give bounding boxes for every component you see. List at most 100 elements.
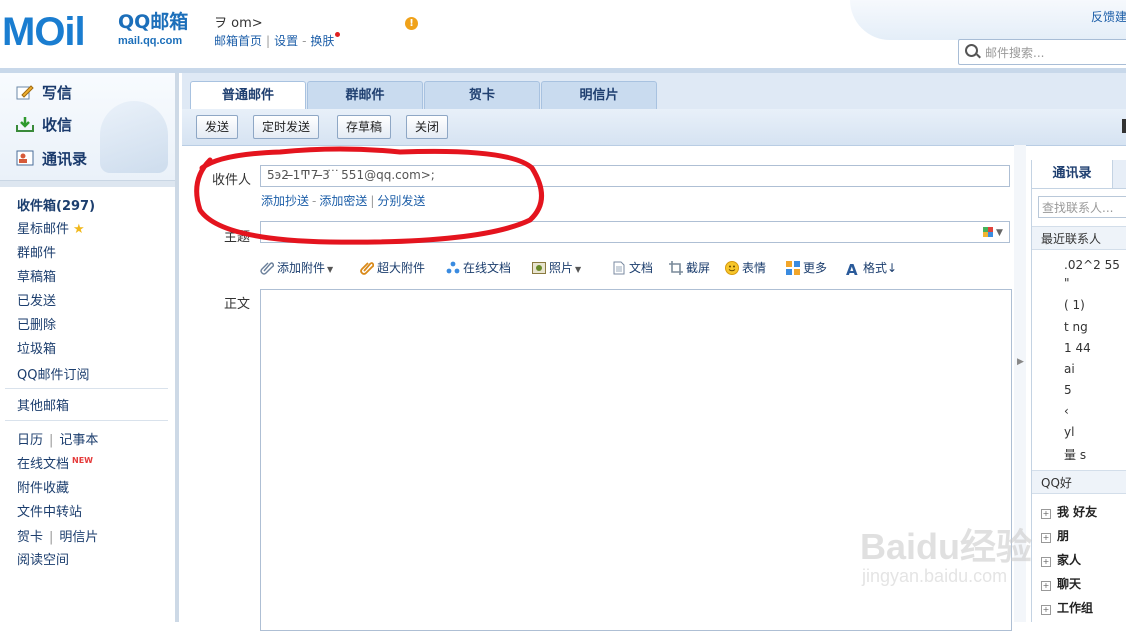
folder-spam[interactable]: 垃圾箱 — [17, 338, 56, 357]
contacts-label: 通讯录 — [42, 150, 88, 168]
warning-icon[interactable]: ! — [405, 17, 418, 30]
recent-contact-item[interactable]: 量 s — [1064, 446, 1086, 463]
attachments-link[interactable]: 附件收藏 — [17, 477, 69, 496]
postcard-link[interactable]: 明信片 — [59, 530, 98, 545]
penguin-decoration — [100, 101, 168, 173]
chevron-right-icon[interactable]: ▶ — [1017, 357, 1024, 367]
recent-contact-item[interactable]: ‹ — [1064, 404, 1069, 418]
calendar-notes-row: 日历 | 记事本 — [17, 433, 99, 448]
qq-friends-header[interactable]: QQ好 — [1032, 470, 1126, 494]
settings-link[interactable]: 设置 — [274, 34, 298, 48]
recent-contacts-header[interactable]: 最近联系人 — [1032, 226, 1126, 250]
toolbar-edge-marker — [1122, 119, 1126, 133]
photo-icon — [532, 262, 546, 274]
new-badge: NEW — [72, 455, 93, 465]
online-docs-link[interactable]: 在线文档 NEW — [17, 453, 93, 472]
online-doc-label: 在线文档 — [463, 261, 512, 275]
online-doc-button[interactable]: 在线文档 — [446, 259, 511, 276]
format-button[interactable]: A 格式↓ — [846, 259, 897, 279]
folder-starred[interactable]: 星标邮件 ★ — [17, 218, 85, 237]
add-attachment-button[interactable]: 添加附件 ▼ — [260, 259, 333, 276]
skin-link[interactable]: 换肤 — [310, 34, 334, 48]
recent-contact-item[interactable]: .02^2 55 — [1064, 258, 1120, 272]
recent-contact-item[interactable]: yl — [1064, 425, 1074, 439]
search-placeholder: 邮件搜索... — [985, 46, 1045, 60]
folder-starred-label: 星标邮件 — [17, 222, 70, 237]
search-icon — [965, 44, 978, 57]
recent-contact-item[interactable]: 1 44 — [1064, 341, 1091, 355]
large-paperclip-icon — [360, 262, 374, 275]
screenshot-button[interactable]: 截屏 — [669, 259, 710, 276]
folder-group-mail[interactable]: 群邮件 — [17, 242, 56, 261]
more-button[interactable]: 更多 — [786, 259, 827, 276]
chevron-down-icon[interactable]: ▼ — [327, 265, 333, 274]
document-button[interactable]: 文档 — [612, 259, 653, 276]
reading-space-link[interactable]: 阅读空间 — [17, 549, 69, 568]
compose-label: 写信 — [42, 84, 73, 102]
chevron-down-icon[interactable]: ▼ — [996, 228, 1003, 238]
folder-other-mailbox[interactable]: 其他邮箱 — [17, 395, 69, 414]
compose-tabbar: 普通邮件 群邮件 贺卡 明信片 — [182, 73, 1126, 111]
baidu-watermark: Baidu经验 jingyan.baidu.com — [860, 500, 1120, 610]
contacts-button[interactable]: 通讯录 — [16, 148, 87, 169]
logo-cn: QQ邮箱 — [118, 11, 189, 33]
font-format-icon: A — [846, 261, 858, 279]
tab-group-mail[interactable]: 群邮件 — [307, 81, 423, 110]
tab-contacts[interactable]: 通讯录 — [1032, 160, 1113, 188]
mail-search-box[interactable]: 邮件搜索... — [958, 39, 1126, 65]
document-icon — [613, 261, 625, 275]
feedback-link[interactable]: 反馈建 — [1091, 8, 1126, 25]
contact-search-input[interactable]: 查找联系人... — [1038, 196, 1126, 218]
close-button[interactable]: 关闭 — [406, 115, 449, 139]
sidebar: 写信 收信 通讯录 收件箱(297) 星标邮件 ★ 群邮件 草稿箱 已发送 已删除… — [0, 73, 179, 622]
recent-contact-item[interactable]: t ng — [1064, 320, 1088, 334]
smiley-icon — [725, 261, 739, 275]
folder-drafts[interactable]: 草稿箱 — [17, 266, 56, 285]
more-label: 更多 — [803, 261, 828, 275]
large-attachment-label: 超大附件 — [377, 261, 426, 275]
send-button[interactable]: 发送 — [196, 115, 239, 139]
logo[interactable]: MOil — [2, 10, 86, 54]
home-link[interactable]: 邮箱首页 — [214, 34, 262, 48]
watermark-text: Baidu经验 — [860, 526, 1033, 567]
tab-greeting-card[interactable]: 贺卡 — [424, 81, 540, 110]
folder-subscription[interactable]: QQ邮件订阅 — [17, 364, 89, 383]
recent-contact-item[interactable]: 5 — [1064, 383, 1072, 397]
recent-contact-item[interactable]: " — [1064, 276, 1070, 290]
receive-label: 收信 — [42, 116, 73, 134]
emoji-button[interactable]: 表情 — [725, 259, 766, 276]
calendar-link[interactable]: 日历 — [17, 433, 43, 448]
chevron-down-icon[interactable]: ▼ — [575, 265, 581, 274]
grid-icon — [786, 261, 800, 275]
tab-postcard[interactable]: 明信片 — [541, 81, 657, 110]
online-docs-label: 在线文档 — [17, 457, 70, 472]
watermark-url: jingyan.baidu.com — [862, 566, 1008, 586]
photo-button[interactable]: 照片 ▼ — [532, 259, 581, 276]
tab-normal-mail[interactable]: 普通邮件 — [190, 81, 306, 111]
qq-friends-title: QQ好 — [1041, 476, 1072, 490]
photo-label: 照片 — [549, 261, 574, 275]
recent-contact-item[interactable]: ai — [1064, 362, 1075, 376]
file-transfer-link[interactable]: 文件中转站 — [17, 501, 82, 520]
folder-sent[interactable]: 已发送 — [17, 290, 56, 309]
add-attachment-label: 添加附件 — [277, 261, 326, 275]
notes-link[interactable]: 记事本 — [59, 433, 98, 448]
save-draft-button[interactable]: 存草稿 — [337, 115, 392, 139]
receive-button[interactable]: 收信 — [16, 114, 72, 135]
header-cloud-decoration — [850, 0, 1126, 40]
logo-url: mail.qq.com — [118, 35, 183, 47]
recent-contact-item[interactable]: ( 1) — [1064, 298, 1085, 312]
stationery-icon[interactable] — [983, 227, 993, 237]
quick-actions: 写信 收信 通讯录 — [0, 73, 175, 181]
large-attachment-button[interactable]: 超大附件 — [360, 259, 425, 276]
notification-dot — [335, 32, 341, 37]
scheduled-send-button[interactable]: 定时发送 — [253, 115, 320, 139]
compose-button[interactable]: 写信 — [16, 82, 72, 103]
folder-deleted[interactable]: 已删除 — [17, 314, 56, 333]
paperclip-icon — [260, 262, 274, 275]
contacts-tabbar: 通讯录 — [1032, 160, 1126, 189]
star-icon: ★ — [73, 222, 85, 237]
folder-inbox[interactable]: 收件箱(297) — [17, 195, 95, 214]
header: MOil QQ邮箱 mail.qq.com ヲ om> ! 邮箱首页 | 设置 - 换肤… — [0, 0, 1126, 68]
greeting-card-link[interactable]: 贺卡 — [17, 530, 43, 545]
